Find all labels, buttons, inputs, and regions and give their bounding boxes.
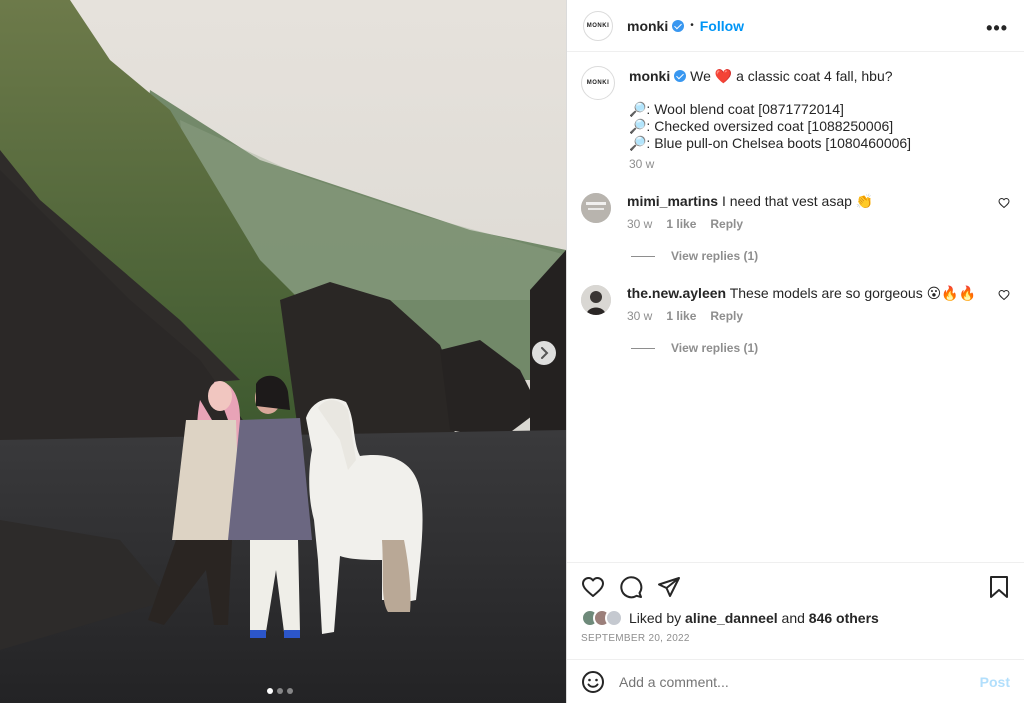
carousel-dot	[277, 688, 283, 694]
caption-body: monki We ❤️ a classic coat 4 fall, hbu? …	[629, 68, 911, 173]
comments-section[interactable]: MONKI monki We ❤️ a classic coat 4 fall,…	[567, 52, 1024, 563]
comment-username[interactable]: mimi_martins	[627, 193, 718, 209]
comment-text: I need that vest asap 👏	[721, 193, 874, 209]
comment-meta: 30 w 1 like Reply	[627, 216, 1014, 233]
caption-text-end: a classic coat 4 fall, hbu?	[736, 68, 893, 84]
caption-avatar[interactable]: MONKI	[581, 66, 615, 100]
caption-username[interactable]: monki	[629, 68, 670, 84]
caption-product-line: 🔎: Wool blend coat [0871772014]	[629, 101, 844, 117]
comment-item: mimi_martins I need that vest asap 👏 30 …	[581, 193, 1014, 233]
bookmark-icon[interactable]	[988, 575, 1010, 599]
caption: MONKI monki We ❤️ a classic coat 4 fall,…	[581, 66, 911, 173]
comment-body: mimi_martins I need that vest asap 👏 30 …	[627, 193, 1014, 233]
likes-summary[interactable]: Liked by aline_danneel and 846 others	[581, 609, 1024, 627]
comment-time: 30 w	[627, 309, 653, 323]
comment-input[interactable]	[619, 673, 980, 690]
replies-divider	[631, 347, 655, 349]
post-image	[0, 0, 566, 703]
comment-username[interactable]: the.new.ayleen	[627, 285, 726, 301]
liker-avatars	[581, 609, 623, 627]
comment-avatar[interactable]	[581, 193, 611, 223]
caption-product-list: 🔎: Wool blend coat [0871772014] 🔎: Check…	[629, 101, 911, 152]
post-photo[interactable]	[0, 0, 566, 703]
follow-button[interactable]: Follow	[700, 18, 744, 34]
verified-icon	[674, 70, 687, 82]
add-comment-bar: Post	[567, 659, 1024, 703]
caption-text-start: We	[690, 68, 711, 84]
likes-others[interactable]: 846 others	[809, 610, 879, 626]
reply-button[interactable]: Reply	[710, 216, 743, 233]
heart-icon[interactable]	[998, 289, 1010, 301]
post-date[interactable]: SEPTEMBER 20, 2022	[581, 633, 1024, 644]
comment-time: 30 w	[627, 217, 653, 231]
likes-middle: and	[781, 610, 805, 626]
comment-avatar[interactable]	[581, 285, 611, 315]
next-slide-button[interactable]	[532, 341, 556, 365]
more-icon[interactable]: •••	[986, 18, 1008, 39]
replies-divider	[631, 255, 655, 257]
share-icon[interactable]	[657, 575, 681, 599]
carousel-dot	[267, 688, 273, 694]
header-separator: •	[690, 20, 694, 31]
carousel-dot	[287, 688, 293, 694]
caption-time: 30 w	[629, 157, 655, 171]
action-icons	[567, 563, 1024, 599]
comment-text: These models are so gorgeous 😮🔥🔥	[729, 285, 977, 301]
post-panel: MONKI monki • Follow ••• MONKI monki We …	[566, 0, 1024, 703]
verified-icon	[672, 19, 685, 32]
comment-likes[interactable]: 1 like	[666, 308, 696, 325]
caption-product-line: 🔎: Checked oversized coat [1088250006]	[629, 118, 894, 134]
view-replies-button[interactable]: View replies (1)	[631, 249, 758, 263]
caption-first-line: monki We ❤️ a classic coat 4 fall, hbu?	[629, 68, 911, 85]
caption-product-line: 🔎: Blue pull-on Chelsea boots [108046000…	[629, 135, 912, 151]
heart-icon[interactable]	[581, 575, 605, 599]
liker-avatar	[605, 609, 623, 627]
chevron-right-icon	[541, 347, 549, 359]
carousel-indicator	[267, 688, 293, 694]
comment-likes[interactable]: 1 like	[666, 216, 696, 233]
comment-body: the.new.ayleen These models are so gorge…	[627, 285, 1014, 325]
reply-button[interactable]: Reply	[710, 308, 743, 325]
likes-user[interactable]: aline_danneel	[685, 610, 778, 626]
view-replies-label: View replies (1)	[671, 249, 759, 263]
comment-icon[interactable]	[619, 575, 643, 599]
post-button[interactable]: Post	[980, 674, 1010, 690]
post-header: MONKI monki • Follow •••	[567, 0, 1024, 52]
author-username[interactable]: monki	[627, 18, 668, 34]
likes-prefix: Liked by	[629, 610, 682, 626]
author-avatar[interactable]: MONKI	[583, 10, 613, 41]
comment-meta: 30 w 1 like Reply	[627, 308, 1014, 325]
view-replies-button[interactable]: View replies (1)	[631, 341, 758, 355]
emoji-icon[interactable]	[581, 670, 605, 694]
heart-icon[interactable]	[998, 197, 1010, 209]
view-replies-label: View replies (1)	[671, 341, 759, 355]
heart-emoji: ❤️	[714, 68, 733, 84]
comment-item: the.new.ayleen These models are so gorge…	[581, 285, 1014, 325]
post-actions: Liked by aline_danneel and 846 others SE…	[567, 562, 1024, 660]
